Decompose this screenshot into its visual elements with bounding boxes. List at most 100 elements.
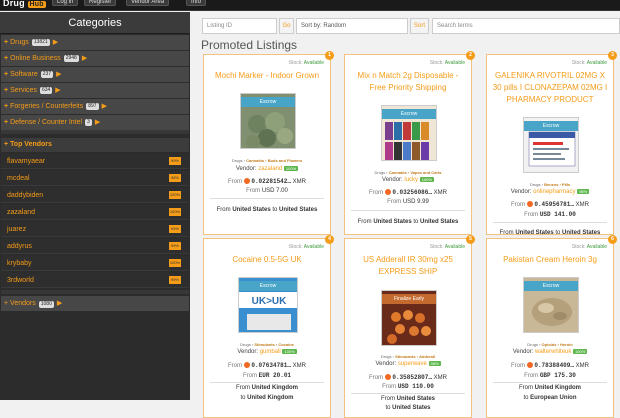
- product-image[interactable]: Finalize Early: [381, 290, 437, 346]
- search-bar: Listing ID Go Sort by: Random Sort Searc…: [202, 18, 620, 34]
- listing-card[interactable]: 3 Stock: Available GALENIKA RIVOTRIL 02M…: [486, 51, 617, 236]
- stock-status: Stock: Available: [429, 244, 465, 250]
- top-vendor-item[interactable]: krybaby 100%: [1, 256, 189, 271]
- vendor-line: Vendor: gumball 100%: [237, 349, 297, 355]
- category-forgeries[interactable]: + Forgeries / Counterfeits 897 ▶: [1, 99, 189, 114]
- arrow-right-icon: ▶: [56, 71, 62, 78]
- rank-badge: 6: [608, 235, 617, 244]
- listing-title[interactable]: US Adderall IR 30mg x25 EXPRESS SHIP: [349, 254, 467, 278]
- top-vendor-item[interactable]: flavamyaear 99%: [1, 154, 189, 169]
- top-vendor-item[interactable]: addyrus 99%: [1, 239, 189, 254]
- top-vendor-item[interactable]: juarez 99%: [1, 222, 189, 237]
- product-image[interactable]: Escrow: [523, 277, 579, 333]
- vendors-link[interactable]: + Vendors 1080 ▶: [1, 296, 189, 311]
- register-button[interactable]: Register: [84, 0, 117, 6]
- finalize-early-label: Finalize Early: [382, 294, 436, 304]
- stock-status: Stock: Available: [429, 60, 465, 66]
- escrow-label: Escrow: [239, 281, 297, 291]
- listing-id-input[interactable]: Listing ID: [202, 18, 277, 34]
- listing-card[interactable]: 1 Stock: Available Mochi Marker - Indoor…: [203, 51, 334, 235]
- vendor-link[interactable]: walterwhiteuk: [535, 349, 571, 355]
- product-image[interactable]: Escrow: [240, 93, 296, 149]
- vendor-rating-badge: 98%: [577, 189, 590, 194]
- vendor-rating-badge: 100%: [283, 166, 299, 171]
- site-logo[interactable]: Drug Hub: [3, 0, 46, 10]
- arrow-right-icon: ▶: [81, 55, 88, 62]
- vendor-line: Vendor: lucky 100%: [382, 177, 434, 183]
- vendor-line: Vendor: superwave 98%: [375, 361, 441, 367]
- fiat-price: From USD 9.99: [387, 199, 429, 205]
- vendor-link[interactable]: onlinepharmacy: [533, 189, 575, 195]
- top-vendor-item[interactable]: mcdeal 98%: [1, 171, 189, 186]
- listing-title[interactable]: Mochi Marker - Indoor Grown: [208, 70, 326, 82]
- vendor-link[interactable]: gumball: [260, 349, 281, 355]
- vendor-link[interactable]: zazaland: [258, 166, 282, 172]
- top-vendor-item[interactable]: zazaland 100%: [1, 205, 189, 220]
- rank-badge: 5: [466, 235, 475, 244]
- listing-card[interactable]: 6 Stock: Available Pakistan Cream Heroin…: [486, 235, 617, 418]
- stock-status: Stock: Available: [288, 244, 324, 250]
- product-image[interactable]: Escrow: [381, 105, 437, 161]
- rank-badge: 1: [325, 51, 334, 60]
- escrow-label: Escrow: [524, 281, 578, 291]
- login-button[interactable]: Log in: [52, 0, 79, 6]
- sort-select[interactable]: Sort by: Random: [296, 18, 408, 34]
- categories-title: Categories: [0, 12, 190, 34]
- arrow-right-icon: ▶: [94, 119, 101, 126]
- fiat-price: From GBP 175.30: [524, 372, 576, 379]
- stock-status: Stock: Available: [288, 60, 324, 66]
- vendor-rating-badge: 100%: [169, 191, 181, 199]
- arrow-right-icon: ▶: [56, 300, 63, 307]
- listing-title[interactable]: Pakistan Cream Heroin 3g: [491, 254, 609, 266]
- category-breadcrumb[interactable]: Drugs › Benzos › Pills: [487, 182, 613, 187]
- category-breadcrumb[interactable]: Drugs › Opioids › Heroin: [487, 342, 613, 347]
- divider: [210, 382, 324, 383]
- arrow-right-icon: ▶: [52, 39, 59, 46]
- monero-icon: [526, 201, 533, 207]
- monero-icon: [526, 362, 533, 368]
- info-button[interactable]: Info: [186, 0, 207, 6]
- vendor-rating-badge: 100%: [169, 208, 181, 216]
- listing-card[interactable]: 4 Stock: Available Cocaine 0.5-5G UK UK>…: [203, 235, 334, 418]
- vendor-line: Vendor: walterwhiteuk 100%: [512, 349, 588, 355]
- category-breadcrumb[interactable]: Drugs › Stimulants › Cocaine: [204, 342, 330, 347]
- search-terms-input[interactable]: Search terms: [432, 18, 620, 34]
- listing-card[interactable]: 2 Stock: Available Mix n Match 2g Dispos…: [344, 51, 475, 235]
- go-button[interactable]: Go: [279, 18, 294, 34]
- vendor-area-button[interactable]: Vendor Area: [126, 0, 170, 6]
- category-services[interactable]: + Services 634 ▶: [1, 83, 189, 98]
- main-content: Listing ID Go Sort by: Random Sort Searc…: [196, 12, 620, 418]
- vendor-rating-badge: 99%: [169, 242, 181, 250]
- vendor-link[interactable]: lucky: [404, 177, 418, 183]
- divider: [493, 222, 607, 223]
- category-breadcrumb[interactable]: Drugs › Stimulants › Adderall: [345, 354, 471, 359]
- arrow-right-icon: ▶: [55, 87, 61, 94]
- vendor-rating-badge: 100%: [169, 259, 181, 267]
- vendor-link[interactable]: superwave: [398, 361, 427, 367]
- sidebar: Categories + Drugs 13821 ▶ + Online Business…: [0, 12, 190, 400]
- top-vendor-item[interactable]: daddybiden 100%: [1, 188, 189, 203]
- vendor-rating-badge: 100%: [282, 349, 297, 354]
- product-image[interactable]: Escrow: [523, 117, 579, 173]
- divider: [1, 290, 189, 294]
- category-drugs[interactable]: + Drugs 13821 ▶: [1, 35, 189, 50]
- product-image[interactable]: UK>UK Escrow: [238, 277, 298, 333]
- category-online-business[interactable]: + Online Business 2948 ▶: [1, 51, 189, 66]
- sort-button[interactable]: Sort: [410, 18, 429, 34]
- listing-title[interactable]: Mix n Match 2g Disposable - Free Priorit…: [349, 70, 467, 94]
- rank-badge: 3: [608, 51, 617, 60]
- listing-title[interactable]: Cocaine 0.5-5G UK: [208, 254, 326, 266]
- category-defense[interactable]: + Defense / Counter Intel 3 ▶: [1, 115, 189, 130]
- top-vendors-header: + Top Vendors: [1, 138, 189, 152]
- top-vendor-item[interactable]: 3rdworld 99%: [1, 273, 189, 288]
- shipping-from: From United Kingdom: [519, 385, 581, 391]
- listing-card[interactable]: 5 Stock: Available US Adderall IR 30mg x…: [344, 235, 475, 418]
- listing-title[interactable]: GALENIKA RIVOTRIL 02MG X 30 pills I CLON…: [491, 70, 609, 106]
- expand-icon: +: [4, 55, 9, 62]
- monero-icon: [243, 362, 250, 368]
- category-breadcrumb[interactable]: Drugs › Cannabis › Buds and Flowers: [204, 158, 330, 163]
- escrow-label: Escrow: [382, 109, 436, 119]
- category-breadcrumb[interactable]: Drugs › Cannabis › Vapes and Carts: [345, 170, 471, 175]
- category-software[interactable]: + Software 237 ▶: [1, 67, 189, 82]
- promoted-listings-title: Promoted Listings: [201, 38, 298, 52]
